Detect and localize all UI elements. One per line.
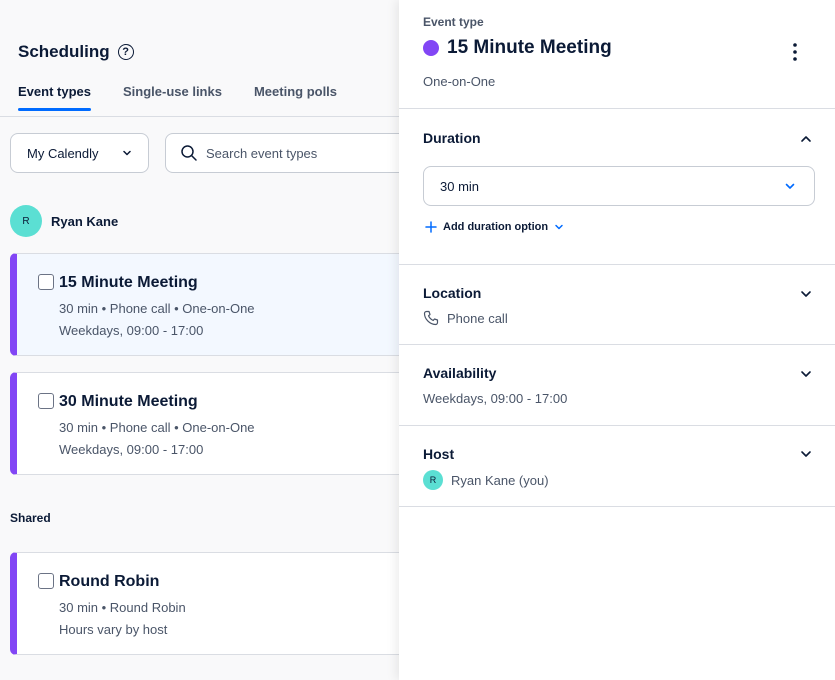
detail-subtitle: One-on-One [423, 74, 496, 89]
event-type-details: 30 min • Round Robin [59, 600, 186, 615]
event-type-hours: Hours vary by host [59, 622, 168, 637]
calendar-select-value: My Calendly [27, 145, 99, 161]
location-summary: Phone call [423, 310, 508, 326]
event-types-list-panel: Scheduling ? Event types Single-use link… [0, 0, 425, 680]
owner-name: Ryan Kane [51, 213, 119, 229]
event-type-details: 30 min • Phone call • One-on-One [59, 420, 255, 435]
plus-icon [425, 221, 437, 233]
divider [399, 264, 835, 265]
event-type-checkbox[interactable] [38, 274, 54, 290]
chevron-down-icon [785, 183, 795, 189]
event-type-checkbox[interactable] [38, 393, 54, 409]
tab-event-types[interactable]: Event types [18, 84, 91, 111]
event-type-title: 30 Minute Meeting [59, 393, 198, 410]
event-type-title: 15 Minute Meeting [59, 274, 198, 291]
phone-icon [423, 310, 439, 326]
search-box [165, 133, 425, 173]
tabs-divider [0, 116, 400, 117]
more-options-button[interactable] [783, 40, 807, 64]
event-type-checkbox[interactable] [38, 573, 54, 589]
shared-section-label: Shared [10, 511, 51, 525]
host-summary: R Ryan Kane (you) [423, 470, 549, 490]
divider [399, 108, 835, 109]
event-type-title: Round Robin [59, 573, 160, 590]
location-value: Phone call [447, 310, 508, 326]
tab-single-use-links[interactable]: Single-use links [123, 84, 222, 111]
page-title-text: Scheduling [18, 42, 110, 61]
chevron-up-icon[interactable] [799, 132, 813, 146]
add-duration-option-button[interactable]: Add duration option [425, 221, 564, 233]
event-type-detail-panel: Event type 15 Minute Meeting One-on-One … [399, 0, 835, 680]
event-type-card[interactable]: Round Robin 30 min • Round Robin Hours v… [10, 552, 410, 655]
availability-summary: Weekdays, 09:00 - 17:00 [423, 391, 567, 406]
duration-section-title[interactable]: Duration [423, 130, 481, 146]
search-input[interactable] [206, 145, 396, 161]
event-type-card[interactable]: 30 Minute Meeting 30 min • Phone call • … [10, 372, 410, 475]
availability-section-title[interactable]: Availability [423, 365, 496, 381]
host-value: Ryan Kane (you) [451, 472, 549, 488]
search-icon [181, 145, 197, 161]
kebab-menu-icon [793, 43, 797, 61]
page-title: Scheduling ? [18, 42, 134, 62]
duration-select-value: 30 min [440, 178, 480, 194]
chevron-down-icon [123, 150, 131, 156]
divider [399, 344, 835, 345]
event-color-dot [423, 40, 439, 56]
chevron-down-icon[interactable] [799, 447, 813, 461]
detail-title-text: 15 Minute Meeting [447, 37, 612, 58]
chevron-down-icon[interactable] [799, 367, 813, 381]
chevron-down-icon[interactable] [799, 287, 813, 301]
avatar: R [10, 205, 42, 237]
owner-header: R Ryan Kane [10, 205, 118, 237]
event-type-card[interactable]: 15 Minute Meeting 30 min • Phone call • … [10, 253, 410, 356]
location-section-title[interactable]: Location [423, 285, 481, 301]
divider [399, 425, 835, 426]
detail-title: 15 Minute Meeting [423, 37, 612, 59]
detail-label: Event type [423, 15, 484, 29]
event-type-details: 30 min • Phone call • One-on-One [59, 301, 255, 316]
tab-bar: Event types Single-use links Meeting pol… [18, 84, 337, 111]
help-icon[interactable]: ? [117, 44, 134, 60]
event-type-hours: Weekdays, 09:00 - 17:00 [59, 442, 204, 457]
avatar: R [423, 470, 443, 490]
event-type-hours: Weekdays, 09:00 - 17:00 [59, 323, 204, 338]
host-section-title[interactable]: Host [423, 446, 454, 462]
duration-select[interactable]: 30 min [423, 166, 815, 206]
tab-meeting-polls[interactable]: Meeting polls [254, 84, 337, 111]
add-duration-option-label: Add duration option [443, 221, 549, 233]
calendar-select[interactable]: My Calendly [10, 133, 149, 173]
availability-value: Weekdays, 09:00 - 17:00 [423, 391, 568, 406]
divider [399, 506, 835, 507]
chevron-down-icon [555, 224, 563, 230]
